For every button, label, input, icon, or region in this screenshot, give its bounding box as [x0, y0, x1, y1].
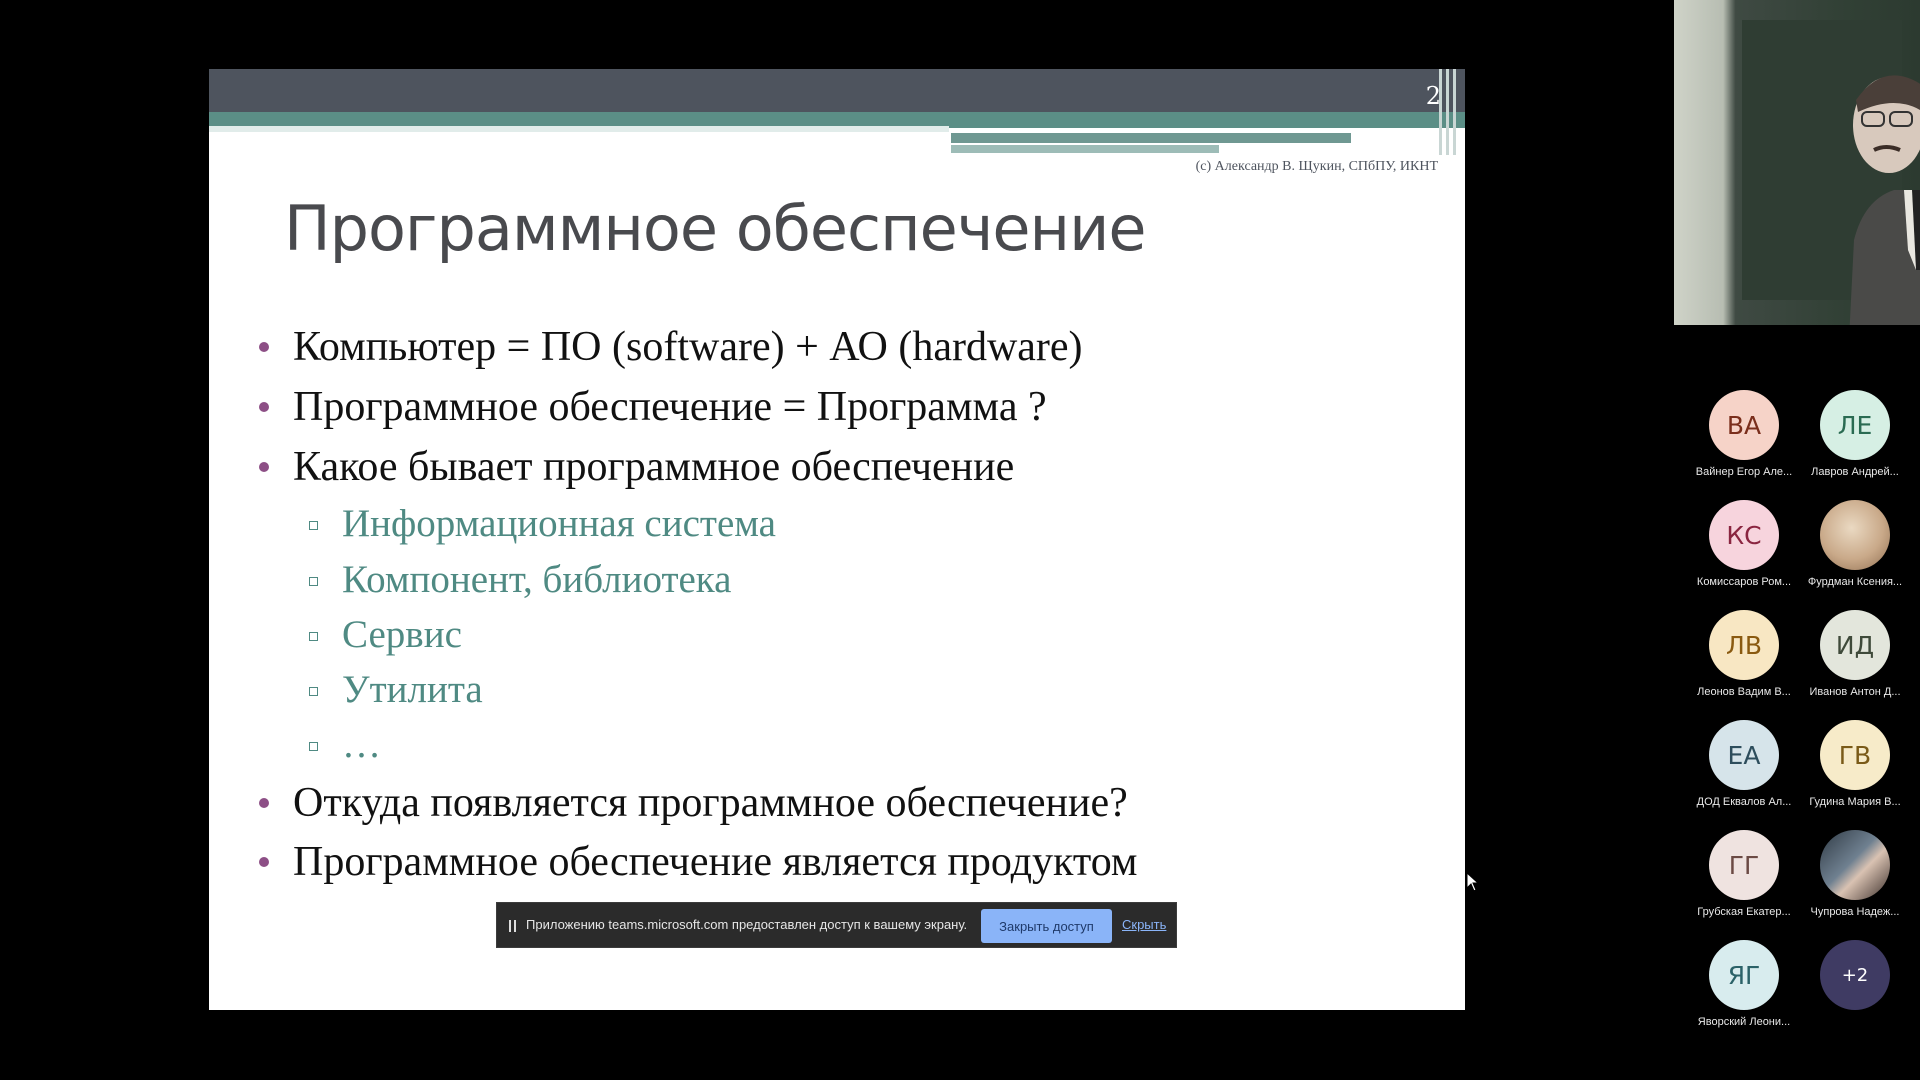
square-bullet-icon: [309, 521, 318, 530]
bullet-text: Программное обеспечение = Программа ?: [293, 384, 1047, 430]
participant-tile[interactable]: ГВ Гудина Мария В...: [1800, 720, 1910, 808]
participant-tile[interactable]: ЛВ Леонов Вадим В...: [1689, 610, 1799, 698]
bullet-dot-icon: [259, 798, 269, 808]
bullet-dot-icon: [259, 462, 269, 472]
bullet-text: Программное обеспечение является продукт…: [293, 839, 1138, 885]
sub-bullet-item: Утилита: [309, 665, 483, 715]
participant-tile[interactable]: ИД Иванов Антон Д...: [1800, 610, 1910, 698]
participant-tile[interactable]: ЕА ДОД Еквалов Ал...: [1689, 720, 1799, 808]
participant-tile[interactable]: КС Комиссаров Ром...: [1689, 500, 1799, 588]
participant-name: Яворский Леони...: [1697, 1016, 1791, 1028]
slide-copyright: (с) Александр В. Щукин, СПбПУ, ИКНТ: [1195, 159, 1438, 174]
sub-bullet-item: Информационная система: [309, 499, 776, 549]
slide-header-band: [209, 69, 1465, 112]
participant-name: ДОД Еквалов Ал...: [1696, 796, 1792, 808]
header-edge-bars: [1437, 69, 1465, 155]
participant-tile[interactable]: ВА Вайнер Егор Але...: [1689, 390, 1799, 478]
sub-bullet-text: Сервис: [342, 613, 462, 656]
sub-bullet-text: Компонент, библиотека: [342, 558, 732, 601]
sub-bullet-item: …: [309, 720, 381, 770]
participant-tile[interactable]: ГГ Грубская Екатер...: [1689, 830, 1799, 918]
slide-title: Программное обеспечение: [284, 192, 1147, 265]
slide-number: 2: [1425, 82, 1441, 110]
bullet-item: Откуда появляется программное обеспечени…: [259, 777, 1128, 829]
participant-avatar: ГГ: [1709, 830, 1779, 900]
bullet-text: Какое бывает программное обеспечение: [293, 444, 1015, 490]
presenter-video-tile[interactable]: [1674, 0, 1920, 325]
square-bullet-icon: [309, 742, 318, 751]
sub-bullet-item: Сервис: [309, 610, 462, 660]
bullet-item: Компьютер = ПО (software) + АО (hardware…: [259, 321, 1083, 373]
header-stripe-accent: [951, 133, 1351, 143]
bullet-text: Откуда появляется программное обеспечени…: [293, 780, 1128, 826]
participant-tile[interactable]: ЯГ Яворский Леони...: [1689, 940, 1799, 1028]
participant-avatar: ЛВ: [1709, 610, 1779, 680]
screen-share-notification: Приложению teams.microsoft.com предостав…: [496, 902, 1177, 948]
stop-sharing-button[interactable]: Закрыть доступ: [981, 909, 1112, 943]
participant-name: Лавров Андрей...: [1811, 466, 1899, 478]
bullet-dot-icon: [259, 402, 269, 412]
bullet-item: Программное обеспечение = Программа ?: [259, 381, 1047, 433]
participant-name: Грубская Екатер...: [1697, 906, 1791, 918]
participant-name: Комиссаров Ром...: [1696, 576, 1792, 588]
presentation-slide: 2 (с) Александр В. Щукин, СПбПУ, ИКНТ Пр…: [209, 69, 1465, 1010]
participant-name: Леонов Вадим В...: [1697, 686, 1791, 698]
square-bullet-icon: [309, 687, 318, 696]
participant-tile[interactable]: Фурдман Ксения...: [1800, 500, 1910, 588]
bullet-text: Компьютер = ПО (software) + АО (hardware…: [293, 324, 1083, 370]
sub-bullet-text: Утилита: [342, 668, 483, 711]
participant-avatar: ЯГ: [1709, 940, 1779, 1010]
square-bullet-icon: [309, 632, 318, 641]
participant-avatar: КС: [1709, 500, 1779, 570]
participant-name: Вайнер Егор Але...: [1695, 466, 1793, 478]
participant-avatar: ВА: [1709, 390, 1779, 460]
participant-tile[interactable]: ЛЕ Лавров Андрей...: [1800, 390, 1910, 478]
participant-name: Гудина Мария В...: [1809, 796, 1901, 808]
bullet-dot-icon: [259, 857, 269, 867]
participant-avatar: ИД: [1820, 610, 1890, 680]
participant-name: Фурдман Ксения...: [1807, 576, 1903, 588]
sub-bullet-text: Информационная система: [342, 502, 776, 545]
header-stripe-light: [209, 126, 949, 132]
more-participants-avatar: +2: [1820, 940, 1890, 1010]
participant-photo-avatar: [1820, 830, 1890, 900]
header-stripe-accent-light: [951, 145, 1219, 153]
sub-bullet-text: …: [342, 723, 381, 766]
share-message: Приложению teams.microsoft.com предостав…: [526, 917, 968, 932]
participant-avatar: ЛЕ: [1820, 390, 1890, 460]
mouse-cursor-icon: [1466, 872, 1480, 892]
sub-bullet-item: Компонент, библиотека: [309, 555, 732, 605]
square-bullet-icon: [309, 577, 318, 586]
pause-icon[interactable]: [509, 920, 517, 932]
hide-link[interactable]: Скрыть: [1122, 917, 1166, 932]
participant-photo-avatar: [1820, 500, 1890, 570]
participant-avatar: ГВ: [1820, 720, 1890, 790]
participant-tile[interactable]: Чупрова Надеж...: [1800, 830, 1910, 918]
bullet-item: Какое бывает программное обеспечение: [259, 441, 1015, 493]
bullet-item: Программное обеспечение является продукт…: [259, 836, 1138, 888]
more-participants-button[interactable]: +2: [1800, 940, 1910, 1010]
participant-name: Иванов Антон Д...: [1809, 686, 1901, 698]
bullet-dot-icon: [259, 342, 269, 352]
participant-name: Чупрова Надеж...: [1810, 906, 1900, 918]
participant-avatar: ЕА: [1709, 720, 1779, 790]
presenter-video-image: [1849, 75, 1920, 325]
